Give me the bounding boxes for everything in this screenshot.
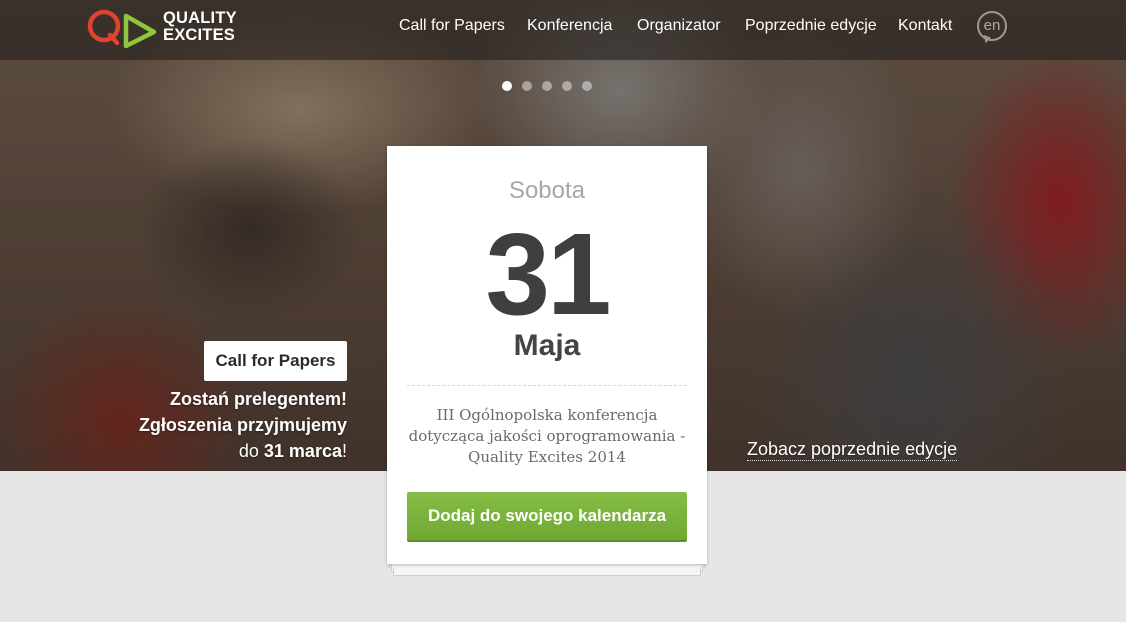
cfp-line-3: do 31 marca! <box>139 438 347 464</box>
logo-line-1: QUALITY <box>163 9 237 27</box>
slider-dot-4[interactable] <box>562 81 572 91</box>
slider-dot-5[interactable] <box>582 81 592 91</box>
event-day-number: 31 <box>485 209 611 339</box>
nav-item-konferencja[interactable]: Konferencja <box>527 17 612 35</box>
cfp-line-1: Zostań prelegentem! <box>169 389 347 409</box>
slider-dot-3[interactable] <box>542 81 552 91</box>
event-month: Maja <box>513 329 581 362</box>
nav-item-poprzednie-edycje[interactable]: Poprzednie edycje <box>745 17 877 35</box>
paper-sheet <box>393 568 701 576</box>
event-description-line-3: Quality Excites 2014 <box>468 448 626 466</box>
slider-dot-1[interactable] <box>502 81 512 91</box>
top-navigation-bar: QUALITY EXCITES Call for Papers Konferen… <box>0 0 1126 60</box>
logo[interactable]: QUALITY EXCITES <box>86 5 246 53</box>
event-description-line-1: III Ogólnopolska konferencja <box>436 406 658 424</box>
speech-bubble-tail-icon <box>981 34 991 45</box>
previous-editions-link[interactable]: Zobacz poprzednie edycje <box>747 438 958 461</box>
event-weekday: Sobota <box>508 177 586 204</box>
slider-dot-2[interactable] <box>522 81 532 91</box>
quality-excites-logo-icon <box>87 9 157 49</box>
card-divider <box>407 385 687 386</box>
event-description: III Ogólnopolska konferencja dotycząca j… <box>397 405 697 468</box>
cfp-line-3-suffix: ! <box>341 441 347 461</box>
cfp-line-3-prefix: do <box>238 441 264 461</box>
add-to-calendar-button[interactable]: Dodaj do swojego kalendarza <box>407 492 687 542</box>
logo-wordmark: QUALITY EXCITES <box>163 10 237 44</box>
nav-item-kontakt[interactable]: Kontakt <box>898 17 952 35</box>
call-for-papers-text: Zostań prelegentem! Zgłoszenia przyjmuje… <box>139 386 347 464</box>
event-date-card: Sobota 31 Maja III Ogólnopolska konferen… <box>387 146 707 564</box>
call-for-papers-button[interactable]: Call for Papers <box>204 341 347 381</box>
nav-item-call-for-papers[interactable]: Call for Papers <box>399 17 505 35</box>
logo-line-2: EXCITES <box>163 26 236 44</box>
nav-item-organizator[interactable]: Organizator <box>637 17 721 35</box>
cfp-line-2: Zgłoszenia przyjmujemy <box>138 415 347 435</box>
cfp-deadline: 31 marca <box>263 441 342 461</box>
event-description-line-2: dotycząca jakości oprogramowania - <box>408 427 686 445</box>
